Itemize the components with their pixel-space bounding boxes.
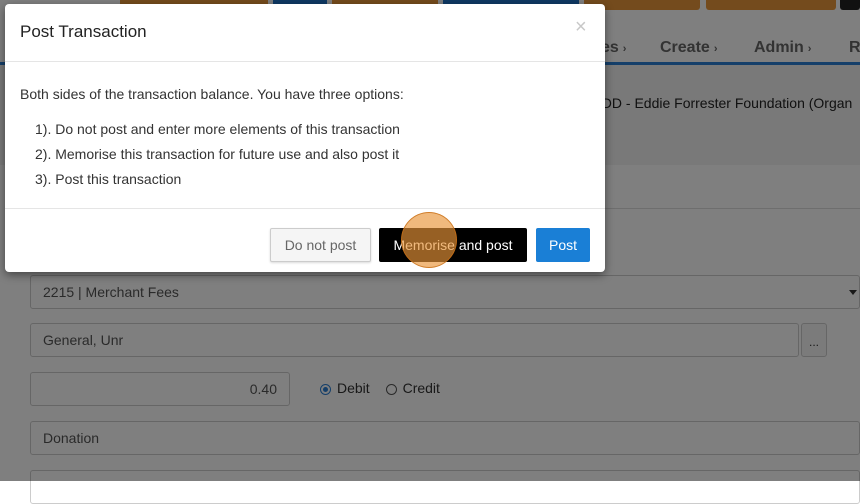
dialog-body: Both sides of the transaction balance. Y… — [5, 62, 605, 208]
memorise-and-post-button[interactable]: Memorise and post — [379, 228, 527, 262]
close-icon[interactable]: × — [575, 17, 587, 37]
option-text: 2). Memorise this transaction for future… — [35, 146, 400, 162]
dialog-intro-text: Both sides of the transaction balance. Y… — [20, 86, 404, 102]
post-button[interactable]: Post — [536, 228, 590, 262]
do-not-post-button[interactable]: Do not post — [270, 228, 371, 262]
dialog-header: Post Transaction × — [5, 4, 605, 62]
dialog-footer: Do not post Memorise and post Post — [5, 208, 605, 273]
dialog-title: Post Transaction — [20, 22, 147, 41]
option-text: 1). Do not post and enter more elements … — [35, 121, 400, 137]
option-text: 3). Post this transaction — [35, 171, 182, 187]
post-transaction-dialog: Post Transaction × Both sides of the tra… — [5, 4, 605, 272]
